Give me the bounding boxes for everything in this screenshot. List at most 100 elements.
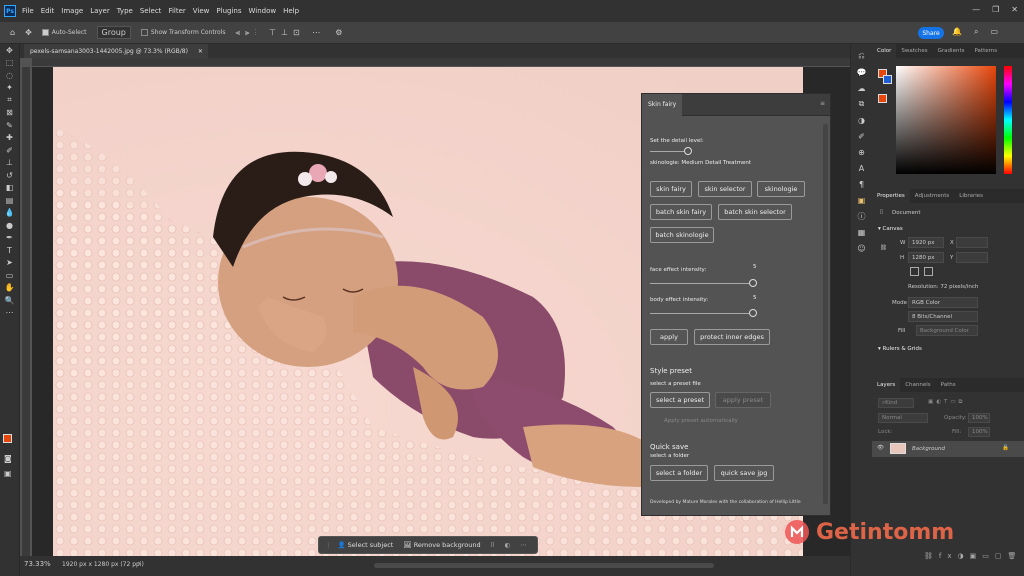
- transform-icon[interactable]: ⌷: [491, 541, 495, 550]
- auto-select-checkbox[interactable]: Auto-Select: [41, 29, 87, 36]
- batch-skin-selector-button[interactable]: batch skin selector: [718, 204, 792, 220]
- paragraph-icon[interactable]: ¶: [851, 176, 872, 192]
- tab-paths[interactable]: Paths: [936, 382, 961, 388]
- detail-slider-track[interactable]: [650, 151, 688, 152]
- layer-footer-icons[interactable]: ⛓fx◑▣▭▢🗑: [924, 552, 1022, 560]
- share-button[interactable]: Share: [918, 27, 944, 39]
- select-preset-button[interactable]: select a preset: [650, 392, 710, 408]
- minimize-icon[interactable]: —: [972, 5, 980, 14]
- tab-color[interactable]: Color: [872, 44, 897, 58]
- fill-dropdown[interactable]: Background Color: [916, 325, 978, 336]
- brush-icon[interactable]: ✐: [0, 144, 19, 157]
- adjustments-icon[interactable]: ◑: [851, 112, 872, 128]
- width-field[interactable]: 1920 px: [908, 237, 944, 248]
- frame-icon[interactable]: ⊠: [0, 107, 19, 120]
- portrait-icon[interactable]: [910, 267, 919, 276]
- select-subject-button[interactable]: 👤 Select subject: [338, 541, 394, 549]
- plugin-tab[interactable]: Skin fairy: [642, 93, 683, 116]
- rulers-grids-section[interactable]: ▾ Rulers & Grids: [878, 346, 922, 352]
- brush-settings-icon[interactable]: ✐: [851, 128, 872, 144]
- tab-libraries[interactable]: Libraries: [954, 193, 988, 199]
- pen-icon[interactable]: ✒: [0, 232, 19, 245]
- tab-channels[interactable]: Channels: [900, 382, 935, 388]
- menu-edit[interactable]: Edit: [41, 7, 55, 15]
- clone-source-icon[interactable]: ⊕: [851, 144, 872, 160]
- tab-properties[interactable]: Properties: [872, 189, 910, 203]
- libraries-icon[interactable]: ☁: [851, 80, 872, 96]
- canvas-section[interactable]: ▾ Canvas: [878, 226, 903, 232]
- home-icon[interactable]: ⌂: [10, 28, 15, 37]
- tab-adjustments[interactable]: Adjustments: [910, 193, 954, 199]
- settings-icon[interactable]: ⚙: [335, 28, 342, 37]
- show-transform-checkbox[interactable]: Show Transform Controls: [140, 29, 226, 36]
- navigator-icon[interactable]: ▦: [851, 224, 872, 240]
- blur-icon[interactable]: 💧: [0, 207, 19, 220]
- adjust-icon[interactable]: ◐: [504, 541, 510, 549]
- quick-mask-icon[interactable]: ◙: [4, 454, 12, 463]
- person-icon[interactable]: ☺: [851, 240, 872, 256]
- menu-window[interactable]: Window: [248, 7, 276, 15]
- color-picker-field[interactable]: [896, 66, 996, 174]
- menu-filter[interactable]: Filter: [168, 7, 185, 15]
- landscape-icon[interactable]: [924, 267, 933, 276]
- bell-icon[interactable]: 🔔: [952, 27, 962, 37]
- restore-icon[interactable]: ❐: [992, 5, 999, 14]
- panel-menu-icon[interactable]: ≡: [820, 100, 825, 107]
- zoom-icon[interactable]: 🔍: [0, 294, 19, 307]
- status-arrow-icon[interactable]: ›: [138, 560, 140, 567]
- crop-icon[interactable]: ⌗: [0, 94, 19, 107]
- apply-preset-auto-checkbox[interactable]: Apply preset automatically: [664, 418, 738, 424]
- layer-kind-filter[interactable]: ⌕ Kind: [878, 398, 914, 408]
- skin-fairy-button[interactable]: skin fairy: [650, 181, 692, 197]
- move-icon[interactable]: ✥: [0, 44, 19, 57]
- batch-skin-fairy-button[interactable]: batch skin fairy: [650, 204, 712, 220]
- plugin-panel-icon[interactable]: ▣: [851, 192, 872, 208]
- drag-handle-icon[interactable]: ⋮: [325, 541, 332, 549]
- visibility-eye-icon[interactable]: 👁: [877, 445, 884, 451]
- more-tools-icon[interactable]: ⋯: [0, 307, 19, 320]
- history-brush-icon[interactable]: ↺: [0, 169, 19, 182]
- link-icon[interactable]: ⛓: [880, 245, 887, 251]
- history-icon[interactable]: ⎌: [851, 48, 872, 64]
- menu-plugins[interactable]: Plugins: [216, 7, 241, 15]
- layer-row-background[interactable]: 👁 Background 🔒: [872, 441, 1024, 457]
- gradient-icon[interactable]: ▤: [0, 194, 19, 207]
- layers-comp-icon[interactable]: ⧉: [851, 96, 872, 112]
- type-icon[interactable]: T: [0, 244, 19, 257]
- more-options-icon[interactable]: ⋯: [520, 541, 527, 549]
- group-dropdown[interactable]: Group: [96, 26, 131, 39]
- quick-save-jpg-button[interactable]: quick save jpg: [714, 465, 774, 481]
- eyedropper-icon[interactable]: ✎: [0, 119, 19, 132]
- menu-layer[interactable]: Layer: [90, 7, 110, 15]
- blend-mode-dropdown[interactable]: Normal: [878, 413, 928, 423]
- screen-mode-icon[interactable]: ▣: [4, 469, 12, 478]
- face-slider-knob[interactable]: [749, 279, 757, 287]
- zoom-level[interactable]: 73.33%: [24, 560, 51, 568]
- healing-icon[interactable]: ✚: [0, 132, 19, 145]
- select-folder-button[interactable]: select a folder: [650, 465, 708, 481]
- detail-slider-knob[interactable]: [684, 147, 692, 155]
- dodge-icon[interactable]: ●: [0, 219, 19, 232]
- magic-wand-icon[interactable]: ✦: [0, 82, 19, 95]
- align-icons[interactable]: ⫷⫸⫶ ⊤⊥⊡ ⋯: [236, 28, 326, 38]
- x-field[interactable]: [956, 237, 988, 248]
- tab-layers[interactable]: Layers: [872, 378, 901, 392]
- eraser-icon[interactable]: ◧: [0, 182, 19, 195]
- color-bg-swatch[interactable]: [883, 75, 892, 84]
- menu-file[interactable]: File: [22, 7, 34, 15]
- menu-type[interactable]: Type: [117, 7, 133, 15]
- path-select-icon[interactable]: ➤: [0, 257, 19, 270]
- hue-slider[interactable]: [1004, 66, 1012, 174]
- tab-swatches[interactable]: Swatches: [896, 48, 932, 54]
- remove-background-button[interactable]: 🖼 Remove background: [403, 541, 480, 549]
- foreground-color-swatch[interactable]: [3, 434, 12, 443]
- layer-fill-field[interactable]: 100%: [968, 427, 990, 437]
- lasso-icon[interactable]: ◌: [0, 69, 19, 82]
- close-tab-icon[interactable]: ✕: [198, 48, 203, 55]
- search-icon[interactable]: ⌕: [974, 27, 978, 37]
- character-icon[interactable]: A: [851, 160, 872, 176]
- color-warning-swatch[interactable]: [878, 94, 887, 103]
- move-tool-icon[interactable]: ✥: [25, 28, 32, 37]
- face-slider-track[interactable]: [650, 283, 754, 284]
- menu-help[interactable]: Help: [283, 7, 299, 15]
